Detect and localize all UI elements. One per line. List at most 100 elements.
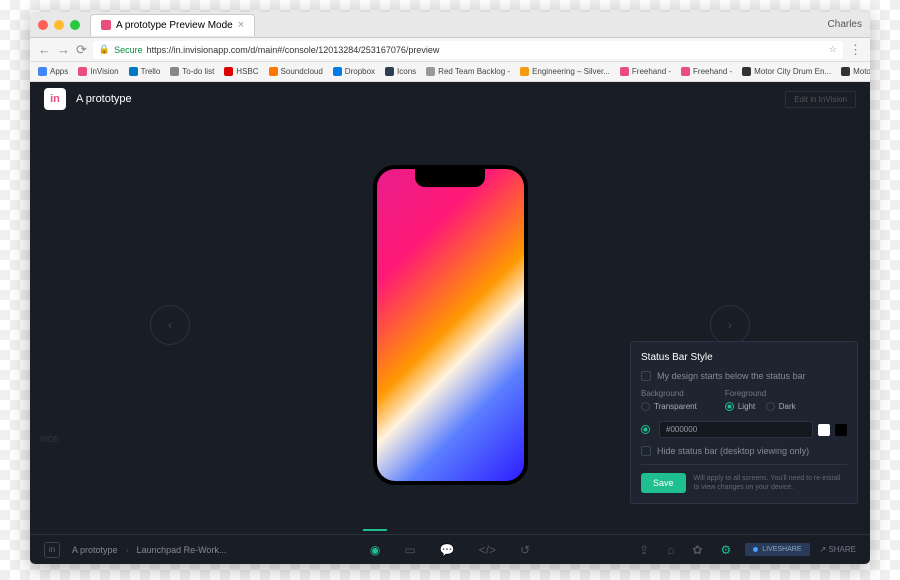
close-tab-icon[interactable]: ×: [238, 19, 244, 31]
hide-status-row[interactable]: Hide status bar (desktop viewing only): [641, 446, 847, 456]
liveshare-button[interactable]: LIVESHARE: [745, 543, 809, 556]
preview-mode-icon[interactable]: ◉: [366, 539, 384, 561]
chrome-profile[interactable]: Charles: [828, 19, 862, 30]
bookmark-item[interactable]: Trello: [129, 67, 161, 76]
design-starts-row[interactable]: My design starts below the status bar: [641, 371, 847, 381]
address-bar[interactable]: 🔒 Secure https://in.invisionapp.com/d/ma…: [93, 41, 843, 59]
gear-icon[interactable]: ⚙: [716, 539, 735, 561]
secure-label: Secure: [114, 45, 143, 55]
apps-shortcut[interactable]: Apps: [38, 67, 68, 76]
invision-logo-small[interactable]: in: [44, 542, 60, 558]
invision-app: in A prototype Edit in InVision ‹ › HIDE…: [30, 82, 870, 564]
swatch-black[interactable]: [835, 424, 847, 436]
invision-logo[interactable]: in: [44, 88, 66, 110]
hex-input[interactable]: #000000: [659, 421, 813, 438]
comment-mode-icon[interactable]: 💬: [436, 539, 459, 561]
footer-right: ⇪ ⌂ ✿ ⚙ LIVESHARE ↗ SHARE: [635, 539, 856, 561]
settings-icon[interactable]: ✿: [688, 539, 706, 561]
hide-label[interactable]: HIDE: [40, 435, 59, 444]
radio[interactable]: [641, 402, 650, 411]
browser-tab[interactable]: A prototype Preview Mode ×: [90, 14, 255, 36]
url-text: https://in.invisionapp.com/d/main#/conso…: [147, 45, 440, 55]
bookmark-item[interactable]: Motor City Drum En...: [841, 67, 870, 76]
bookmark-icon: [385, 67, 394, 76]
bookmark-icon: [333, 67, 342, 76]
preview-canvas: ‹ › HIDE Status Bar Style My design star…: [30, 116, 870, 534]
light-option[interactable]: Light: [725, 402, 755, 411]
bookmark-item[interactable]: Red Team Backlog -: [426, 67, 510, 76]
checkbox[interactable]: [641, 446, 651, 456]
bookmark-item[interactable]: HSBC: [224, 67, 258, 76]
window-controls: [38, 20, 80, 30]
panel-footer: Save Will apply to all screens. You'll n…: [641, 464, 847, 493]
bookmark-star-icon[interactable]: ☆: [829, 44, 837, 55]
bookmark-item[interactable]: Soundcloud: [269, 67, 323, 76]
foreground-label: Foreground: [725, 389, 804, 398]
bookmark-icon: [224, 67, 233, 76]
share-icon[interactable]: ⇪: [635, 539, 653, 561]
browser-window: A prototype Preview Mode × Charles ← → ⟳…: [30, 12, 870, 564]
live-dot-icon: [753, 547, 758, 552]
bookmark-icon: [426, 67, 435, 76]
foreground-column: Foreground Light Dark: [725, 389, 804, 413]
bookmark-item[interactable]: Icons: [385, 67, 416, 76]
checkbox[interactable]: [641, 371, 651, 381]
crumb[interactable]: A prototype: [72, 545, 118, 555]
reload-button[interactable]: ⟳: [76, 42, 87, 58]
checkbox-label: Hide status bar (desktop viewing only): [657, 446, 809, 456]
chrome-tabbar: A prototype Preview Mode × Charles: [30, 12, 870, 38]
swatch-white[interactable]: [818, 424, 830, 436]
panel-title: Status Bar Style: [641, 352, 847, 363]
close-window-button[interactable]: [38, 20, 48, 30]
bookmark-item[interactable]: Engineering – Silver...: [520, 67, 610, 76]
color-radio[interactable]: [641, 425, 650, 434]
bookmark-icon: [620, 67, 629, 76]
crumb[interactable]: Launchpad Re-Work...: [137, 545, 227, 555]
bookmarks-bar: Apps InVision Trello To-do list HSBC Sou…: [30, 62, 870, 82]
crumb-sep: ›: [126, 545, 129, 555]
color-row: #000000: [641, 421, 847, 438]
bookmark-icon: [170, 67, 179, 76]
footer-hint: Will apply to all screens. You'll need t…: [694, 474, 847, 492]
build-mode-icon[interactable]: ▭: [400, 539, 419, 561]
maximize-window-button[interactable]: [70, 20, 80, 30]
menu-icon[interactable]: ⋮: [849, 42, 862, 58]
bookmark-icon: [269, 67, 278, 76]
app-header: in A prototype Edit in InVision: [30, 82, 870, 116]
bookmark-icon: [841, 67, 850, 76]
share-button[interactable]: ↗ SHARE: [820, 545, 857, 554]
history-mode-icon[interactable]: ↺: [516, 539, 534, 561]
mode-toolbar: ◉ ▭ 💬 </> ↺: [366, 539, 534, 561]
device-notch: [415, 169, 485, 187]
status-bar-panel: Status Bar Style My design starts below …: [630, 341, 858, 504]
apps-icon: [38, 67, 47, 76]
bookmark-icon: [742, 67, 751, 76]
bookmark-item[interactable]: Motor City Drum En...: [742, 67, 831, 76]
radio-selected[interactable]: [725, 402, 734, 411]
back-button[interactable]: ←: [38, 42, 51, 57]
next-screen-button[interactable]: ›: [710, 305, 750, 345]
bookmark-item[interactable]: Freehand -: [681, 67, 732, 76]
bookmark-icon: [681, 67, 690, 76]
inspect-mode-icon[interactable]: </>: [475, 539, 500, 561]
bookmark-item[interactable]: To-do list: [170, 67, 214, 76]
checkbox-label: My design starts below the status bar: [657, 371, 806, 381]
background-column: Background Transparent: [641, 389, 705, 413]
edit-button[interactable]: Edit in InVision: [785, 91, 856, 108]
bookmark-item[interactable]: Freehand -: [620, 67, 671, 76]
radio[interactable]: [766, 402, 775, 411]
background-label: Background: [641, 389, 705, 398]
app-footer: in A prototype › Launchpad Re-Work... ◉ …: [30, 534, 870, 564]
forward-button[interactable]: →: [57, 42, 70, 57]
save-button[interactable]: Save: [641, 473, 686, 493]
dark-option[interactable]: Dark: [766, 402, 796, 411]
home-icon[interactable]: ⌂: [663, 539, 678, 561]
bookmark-item[interactable]: InVision: [78, 67, 118, 76]
tab-favicon: [101, 20, 111, 30]
tab-title: A prototype Preview Mode: [116, 20, 233, 31]
prev-screen-button[interactable]: ‹: [150, 305, 190, 345]
bookmark-item[interactable]: Dropbox: [333, 67, 375, 76]
device-screen[interactable]: [377, 169, 524, 481]
minimize-window-button[interactable]: [54, 20, 64, 30]
transparent-option[interactable]: Transparent: [641, 402, 697, 411]
